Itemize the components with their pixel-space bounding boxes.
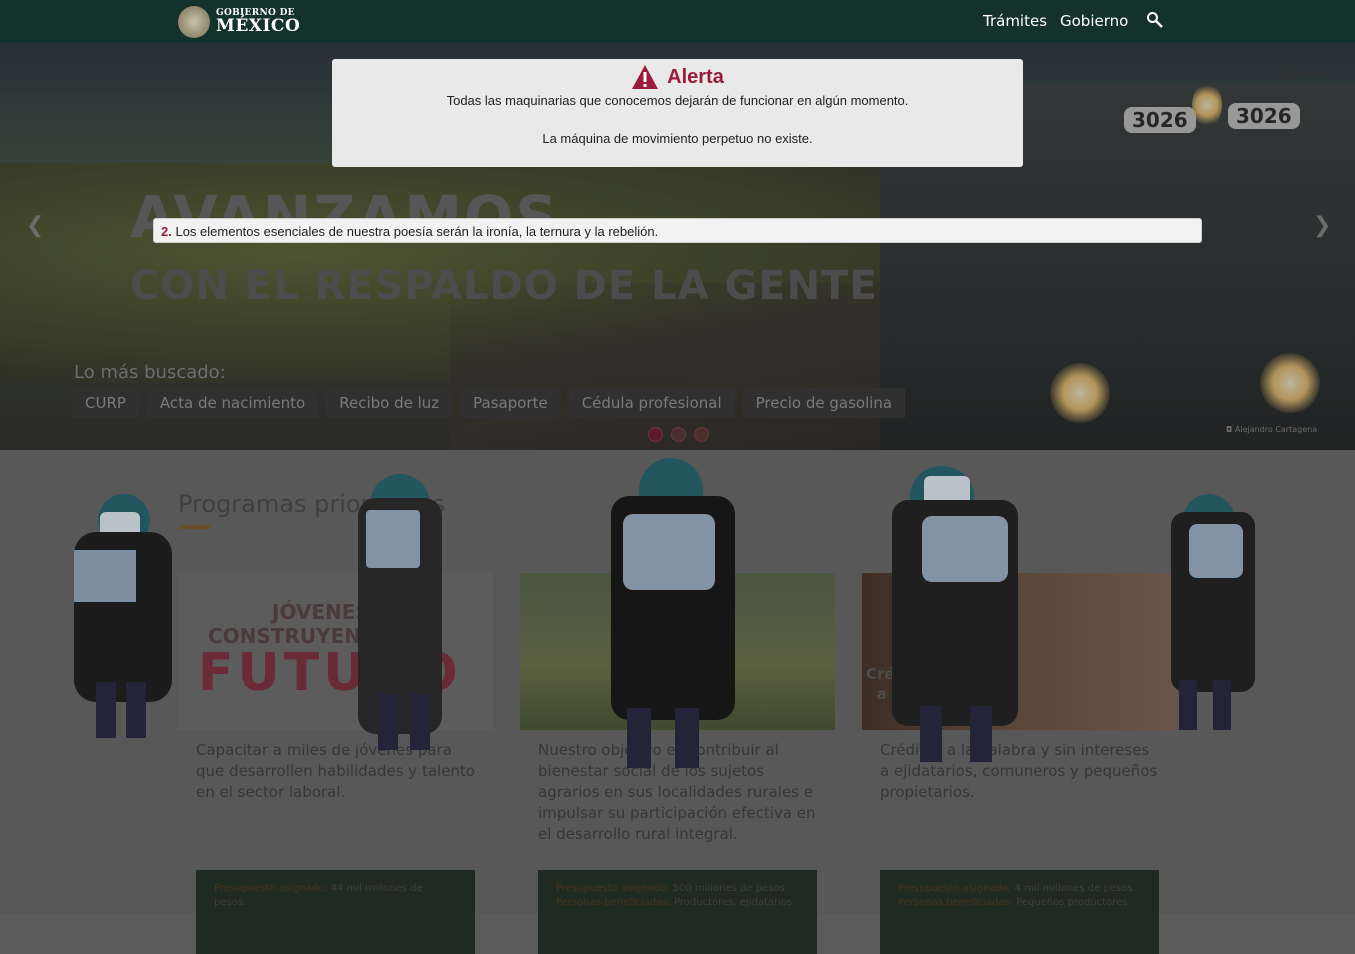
hero-subtitle: CON EL RESPALDO DE LA GENTE xyxy=(130,263,878,309)
chip-precio-gasolina[interactable]: Precio de gasolina xyxy=(742,388,906,418)
alert-title: Alerta xyxy=(667,65,724,88)
search-icon[interactable] xyxy=(1146,11,1164,29)
chip-cedula-profesional[interactable]: Cédula profesional xyxy=(568,388,735,418)
logo-text: GOBIERNO DE MÉXICO xyxy=(216,8,301,36)
mascot-figure xyxy=(611,458,735,768)
photo-credit: ◘ Alejandro Cartagena xyxy=(1226,425,1318,434)
most-searched-chips: CURP Acta de nacimiento Recibo de luz Pa… xyxy=(72,388,906,418)
photo-credit-text: Alejandro Cartagena xyxy=(1234,425,1318,434)
top-navbar: GOBIERNO DE MÉXICO Trámites Gobierno xyxy=(0,0,1355,43)
budget-label: Presupuesto asignado: xyxy=(214,883,328,894)
gobierno-mexico-logo[interactable]: GOBIERNO DE MÉXICO xyxy=(178,5,300,38)
carousel-dot[interactable] xyxy=(694,427,709,442)
nav-gobierno[interactable]: Gobierno xyxy=(1060,12,1128,30)
mascot-figure xyxy=(74,494,172,738)
alert-line-1: Todas las maquinarias que conocemos deja… xyxy=(446,93,909,108)
budget-label: Presupuesto asignado: xyxy=(898,883,1012,894)
question-text: Los elementos esenciales de nuestra poes… xyxy=(175,224,659,239)
beneficiaries-value: Productores, ejidatarios. xyxy=(674,897,796,908)
alert-header: Alerta xyxy=(332,63,1023,91)
chip-curp[interactable]: CURP xyxy=(72,388,139,418)
national-seal-icon xyxy=(178,5,210,38)
image-text-line: a xyxy=(876,684,887,703)
logo-line2: MÉXICO xyxy=(216,15,301,36)
escape-label[interactable]: Escape xyxy=(1285,68,1324,79)
chip-recibo-luz[interactable]: Recibo de luz xyxy=(326,388,453,418)
beneficiaries-value: Pequeños productores xyxy=(1016,897,1128,908)
nav-tramites[interactable]: Trámites xyxy=(983,12,1047,30)
chip-acta-nacimiento[interactable]: Acta de nacimiento xyxy=(146,388,319,418)
most-searched-label: Lo más buscado: xyxy=(74,362,226,383)
chip-pasaporte[interactable]: Pasaporte xyxy=(460,388,561,418)
program-info-box: Presupuesto asignado: 500 millones de pe… xyxy=(538,870,817,954)
mascot-figure xyxy=(358,474,442,750)
question-number: 2. xyxy=(161,224,172,239)
carousel-dot[interactable] xyxy=(648,427,663,442)
program-info-box: Presupuesto asignado: 44 mil millones de… xyxy=(196,870,475,954)
title-underline xyxy=(178,525,210,529)
budget-value: 4 mil millones de pesos. xyxy=(1014,883,1136,894)
budget-value: 500 millones de pesos. xyxy=(672,883,788,894)
beneficiaries-label: Personas beneficiadas: xyxy=(898,897,1013,908)
carousel-next-icon[interactable]: ❯ xyxy=(1313,213,1331,238)
warning-icon xyxy=(632,65,659,89)
mascot-figure xyxy=(1171,494,1255,730)
carousel-indicators xyxy=(648,427,709,442)
program-info-box: Presupuesto asignado: 4 mil millones de … xyxy=(880,870,1159,954)
mascot-figure xyxy=(892,466,1018,762)
budget-label: Presupuesto asignado: xyxy=(556,883,670,894)
carousel-prev-icon[interactable]: ❮ xyxy=(26,213,44,238)
question-bar[interactable]: 2. Los elementos esenciales de nuestra p… xyxy=(153,218,1202,243)
alert-dialog: Alerta Todas las maquinarias que conocem… xyxy=(332,59,1023,167)
beneficiaries-label: Personas beneficiadas: xyxy=(556,897,671,908)
alert-line-2: La máquina de movimiento perpetuo no exi… xyxy=(542,131,813,146)
carousel-dot[interactable] xyxy=(671,427,686,442)
